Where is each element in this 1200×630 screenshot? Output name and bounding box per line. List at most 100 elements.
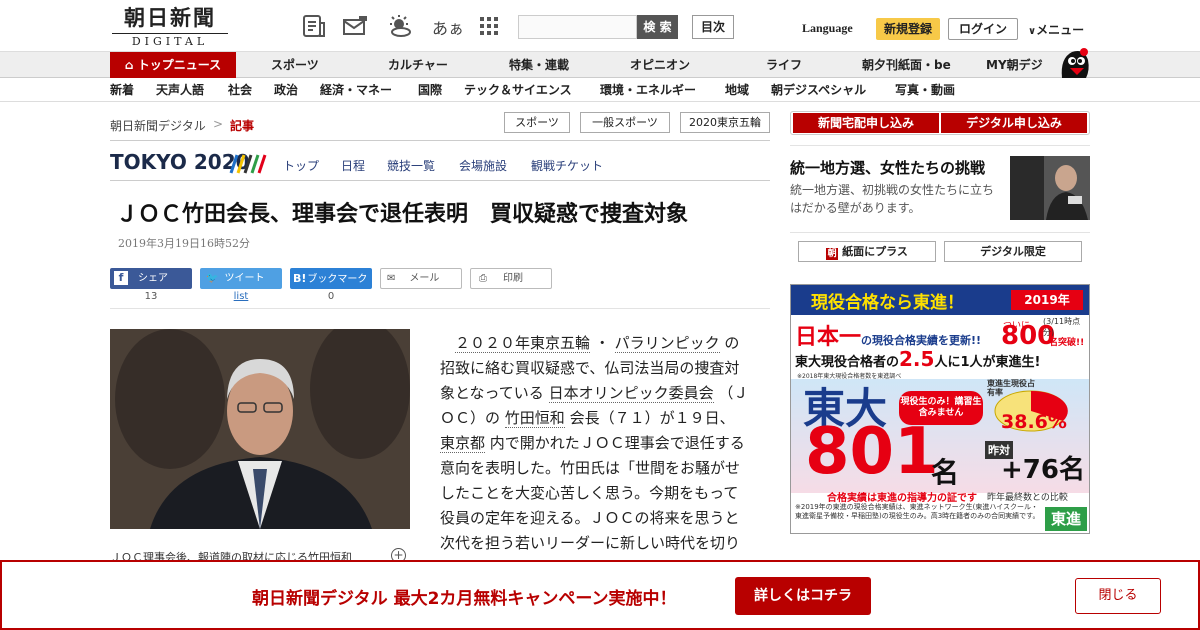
nav-latest[interactable]: 新着	[110, 78, 134, 102]
home-icon: ⌂	[124, 58, 138, 72]
promo-title[interactable]: 統一地方選、女性たちの挑戦	[790, 157, 985, 178]
ad-fine-print: ※2019年の東進の現役合格実績は、東進ネットワーク生(東進ハイスクール・東進衛…	[795, 503, 1040, 520]
article-headline: ＪＯＣ竹田会長、理事会で退任表明 買収疑惑で捜査対象	[116, 201, 689, 227]
olympic-link-schedule[interactable]: 日程	[341, 157, 365, 174]
facebook-icon: f	[114, 271, 128, 285]
olympic-stripe	[257, 154, 267, 174]
nav-sports[interactable]: スポーツ	[271, 52, 319, 78]
secondary-nav: 新着 天声人語 社会 政治 経済・マネー 国際 テック＆サイエンス 環境・エネル…	[0, 78, 1200, 102]
olympic-stripe	[250, 154, 260, 174]
primary-nav: ⌂ トップニュース スポーツ カルチャー 特集・連載 オピニオン ライフ 朝夕刊…	[0, 52, 1200, 78]
hatena-count: 0	[327, 291, 335, 302]
twitter-count[interactable]: list	[200, 291, 282, 302]
nav-international[interactable]: 国際	[418, 78, 442, 102]
site-header: 朝日新聞 DIGITAL あぁ 検 索 目次 Language 新規登録 ログイ…	[0, 0, 1200, 52]
tag-sports[interactable]: スポーツ	[504, 112, 570, 133]
hatena-label: ブックマーク	[307, 274, 368, 285]
menu-button[interactable]: ∨メニュー	[1028, 21, 1084, 38]
nav-region[interactable]: 地域	[725, 78, 749, 102]
promo-photo	[1010, 156, 1090, 220]
promo-image[interactable]	[1010, 156, 1090, 220]
portrait-image	[110, 329, 410, 529]
tag-general-sports[interactable]: 一般スポーツ	[580, 112, 670, 133]
mascot-icon	[1061, 48, 1089, 78]
banner-close-button[interactable]: 閉じる	[1075, 578, 1161, 614]
ad-asof: (3/11時点分)	[1043, 317, 1081, 337]
nav-economy[interactable]: 経済・マネー	[320, 78, 392, 102]
nav-features[interactable]: 特集・連載	[509, 52, 569, 78]
mail-label: メール	[409, 273, 440, 284]
apps-grid-icon[interactable]	[477, 14, 503, 38]
subscribe-paper-button[interactable]: 新聞宅配申し込み	[793, 113, 939, 133]
ad-801: 801	[805, 415, 939, 489]
nav-special[interactable]: 朝デジスペシャル	[771, 78, 866, 102]
search-button[interactable]: 検 索	[637, 15, 678, 39]
body-link-joc[interactable]: 日本オリンピック委員会	[548, 384, 714, 403]
subscribe-digital-button[interactable]: デジタル申し込み	[941, 113, 1087, 133]
mail-share-button[interactable]: ✉ メール	[380, 268, 462, 289]
article-photo[interactable]	[110, 329, 410, 529]
divider	[790, 145, 1090, 146]
nav-environment[interactable]: 環境・エネルギー	[600, 78, 696, 102]
nav-top-news[interactable]: ⌂ トップニュース	[110, 52, 236, 78]
newspaper-icon[interactable]	[301, 14, 327, 38]
olympic-stripes-icon	[229, 154, 267, 174]
olympic-link-venues[interactable]: 会場施設	[459, 157, 507, 174]
nav-opinion[interactable]: オピニオン	[630, 52, 690, 78]
body-link-tokyo[interactable]: 東京都	[440, 434, 486, 453]
menu-label: メニュー	[1036, 23, 1085, 37]
campaign-details-button[interactable]: 詳しくはコチラ	[735, 577, 871, 615]
nav-society[interactable]: 社会	[228, 78, 252, 102]
tag-tokyo2020[interactable]: 2020東京五輪	[680, 112, 770, 133]
language-link[interactable]: Language	[802, 21, 853, 36]
paper-plus-button[interactable]: 朝紙面にプラス	[798, 241, 936, 262]
print-label: 印刷	[503, 273, 523, 284]
nav-life[interactable]: ライフ	[766, 52, 802, 78]
login-button[interactable]: ログイン	[948, 18, 1018, 40]
asahi-logo[interactable]: 朝日新聞 DIGITAL	[112, 6, 228, 48]
ad-line2a: 東大現役合格者の	[795, 355, 900, 370]
twitter-share-label: ツイート	[224, 273, 265, 284]
body-link-tokyo2020[interactable]: ２０２０年東京五輪	[455, 334, 591, 353]
nav-tech[interactable]: テック＆サイエンス	[464, 78, 572, 102]
register-button[interactable]: 新規登録	[876, 18, 940, 40]
ad-update: の現役合格実績を更新!!	[861, 334, 982, 347]
body-link-takeda[interactable]: 竹田恒和	[504, 409, 565, 428]
toshin-ad[interactable]: 現役合格なら東進！ 2019年 日本一の現役合格実績を更新!! ついに 800 …	[790, 284, 1090, 534]
olympic-link-sports[interactable]: 競技一覧	[387, 157, 435, 174]
olympic-link-top[interactable]: トップ	[283, 157, 319, 174]
olympic-stripe	[229, 154, 239, 174]
paper-plus-icon: 朝	[826, 248, 839, 260]
nav-tenseijingo[interactable]: 天声人語	[156, 78, 204, 102]
ad-footer1: 合格実績は東進の指導力の証です	[827, 493, 977, 504]
body-text: 内で開かれたＪＯＣ理事会で退任する意向を表明した。竹田氏は「世間をお騒がせしたこ…	[440, 434, 745, 577]
body-indent	[440, 334, 455, 352]
print-button[interactable]: ⎙ 印刷	[470, 268, 552, 289]
body-text: 会長（７１）が１９日、	[564, 409, 735, 427]
mail-icon[interactable]	[342, 14, 368, 38]
font-size-icon[interactable]: あぁ	[432, 15, 464, 39]
ad-diff: +76名	[1001, 455, 1085, 485]
search-input[interactable]	[518, 15, 637, 39]
hatena-bookmark-button[interactable]: B!ブックマーク	[290, 268, 372, 289]
digital-only-button[interactable]: デジタル限定	[944, 241, 1082, 262]
body-link-paralympic[interactable]: パラリンピック	[614, 334, 720, 353]
nav-my-asahi[interactable]: MY朝デジ	[986, 52, 1043, 78]
facebook-share-button[interactable]: f シェア	[110, 268, 192, 289]
olympic-link-tickets[interactable]: 観戦チケット	[531, 157, 603, 174]
twitter-share-button[interactable]: 🐦 ツイート	[200, 268, 282, 289]
nav-politics[interactable]: 政治	[274, 78, 298, 102]
breadcrumb-home[interactable]: 朝日新聞デジタル	[110, 117, 206, 134]
nav-culture[interactable]: カルチャー	[388, 52, 448, 78]
logo-en: DIGITAL	[112, 33, 228, 48]
promo-text: 統一地方選、初挑戦の女性たちに立ちはだかる壁があります。	[790, 183, 995, 215]
olympic-stripe	[236, 154, 246, 174]
nav-photo[interactable]: 写真・動画	[895, 78, 955, 102]
olympic-stripe	[243, 154, 253, 174]
nav-paper[interactable]: 朝夕刊紙面・be	[862, 52, 951, 78]
ad-line2c: 人に1人が東進生!	[934, 355, 1041, 370]
body-text: ・	[590, 334, 615, 352]
toc-button[interactable]: 目次	[692, 15, 734, 39]
weather-icon[interactable]	[386, 14, 412, 38]
hatena-icon: B!	[293, 272, 307, 285]
